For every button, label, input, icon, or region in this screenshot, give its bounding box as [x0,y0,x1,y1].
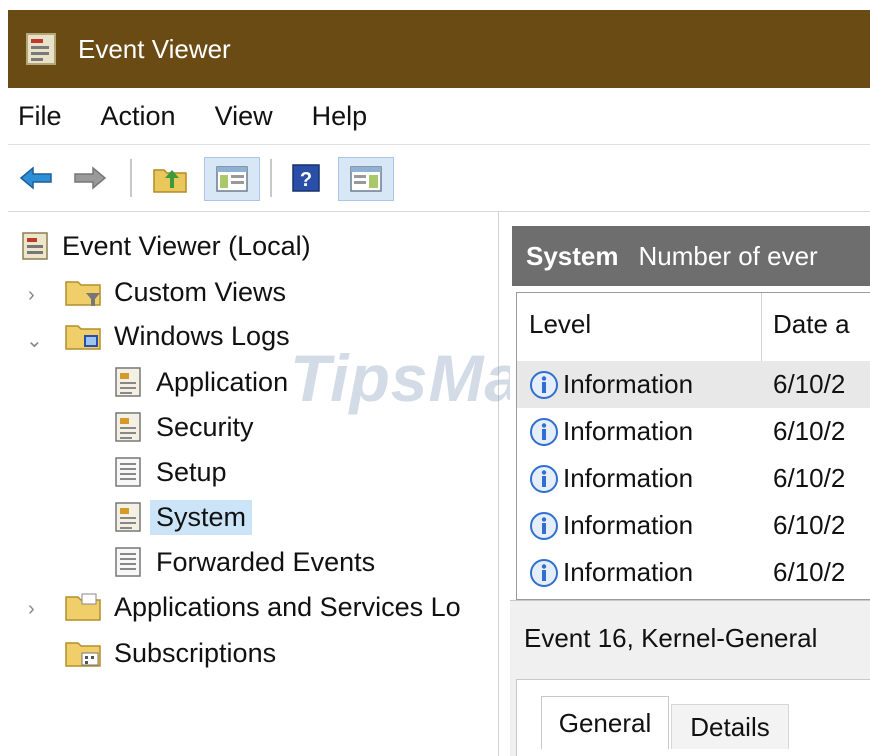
info-icon [530,464,558,493]
tree-label: Application [156,366,289,397]
tree-node-application[interactable]: Application [112,360,288,404]
tab-details[interactable]: Details [671,704,789,749]
folder-icon [65,593,101,621]
table-row[interactable]: Information 6/10/2 [517,455,870,502]
tree-node-setup[interactable]: Setup [112,450,227,494]
info-icon [530,370,558,399]
console-tree: Event Viewer (Local) › Custom Views ⌄ Wi… [8,212,499,756]
tree-label: Forwarded Events [156,546,376,577]
chevron-down-icon[interactable]: ⌄ [26,328,43,353]
tree-node-system[interactable]: System [112,495,253,539]
chevron-right-icon[interactable]: › [28,284,35,307]
log-plain-icon [115,457,141,487]
tree-label: Subscriptions [114,637,277,668]
log-name: System [526,240,619,271]
table-row[interactable]: Information 6/10/2 [517,361,870,408]
log-icon [115,412,141,442]
folder-filter-icon [65,281,101,306]
info-icon [530,558,558,587]
menu-help[interactable]: Help [292,101,387,132]
info-icon [530,511,558,540]
tree-node-windows-logs[interactable]: Windows Logs [64,314,290,358]
forward-arrow-icon [74,166,107,190]
column-header-level[interactable]: Level [529,309,591,340]
row-level: Information [563,557,694,587]
menu-bar: File Action View Help [8,88,870,144]
tree-label: Custom Views [114,276,287,307]
show-hide-tree-button[interactable] [204,157,260,201]
row-level: Information [563,463,694,493]
tree-node-applications-and-services[interactable]: Applications and Services Lo [64,585,461,629]
tree-node-forwarded-events[interactable]: Forwarded Events [112,540,375,584]
folder-up-icon [153,169,187,193]
tree-node-security[interactable]: Security [112,405,254,449]
row-date: 6/10/2 [773,510,846,540]
tree-node-event-viewer-local[interactable]: Event Viewer (Local) [20,224,311,268]
table-row[interactable]: Information 6/10/2 [517,408,870,455]
event-detail-title: Event 16, Kernel-General [524,623,818,653]
row-level: Information [563,369,694,399]
event-count-label: Number of ever [638,240,818,271]
tree-node-custom-views[interactable]: Custom Views [64,270,286,314]
tree-node-subscriptions[interactable]: Subscriptions [64,631,276,675]
menu-file[interactable]: File [8,101,81,132]
toolbar-separator [130,159,132,197]
row-level: Information [563,416,694,446]
toolbar-separator [270,159,272,197]
title-bar: Event Viewer [8,10,870,88]
table-row[interactable]: Information 6/10/2 [517,502,870,549]
tree-label: Applications and Services Lo [114,591,461,622]
column-divider[interactable] [761,293,762,361]
tab-general[interactable]: General [541,696,669,749]
info-icon [530,417,558,446]
row-date: 6/10/2 [773,416,846,446]
log-icon [115,502,141,532]
log-pane: System Number of ever Level Date a Infor… [510,212,870,756]
tree-label: Windows Logs [114,320,290,351]
forward-button[interactable] [70,157,110,199]
row-date: 6/10/2 [773,369,846,399]
log-icon [115,367,141,397]
svg-text:?: ? [300,169,312,191]
chevron-right-icon[interactable]: › [28,598,35,621]
event-viewer-window: Event Viewer File Action View Help ? Eve… [0,0,870,756]
tree-label: Security [156,411,254,442]
help-icon: ? [292,164,320,192]
table-row[interactable]: Information 6/10/2 [517,549,870,596]
events-grid[interactable]: Level Date a Information 6/10/2 Informat… [516,292,870,600]
menu-view[interactable]: View [195,101,292,132]
event-viewer-icon [22,232,48,260]
show-hide-action-pane-icon [350,166,382,192]
event-detail-body: General Details [516,679,870,756]
menu-action[interactable]: Action [81,101,195,132]
row-date: 6/10/2 [773,463,846,493]
tree-label: Event Viewer (Local) [62,230,311,261]
grid-header: Level Date a [517,293,870,362]
up-button[interactable] [148,157,192,199]
back-arrow-icon [19,166,52,190]
subscriptions-icon [65,642,101,667]
row-level: Information [563,510,694,540]
tree-label: Setup [156,456,227,487]
log-plain-icon [115,547,141,577]
window-title: Event Viewer [78,33,231,64]
show-hide-tree-icon [216,166,248,192]
back-button[interactable] [16,157,56,199]
row-date: 6/10/2 [773,557,846,587]
show-hide-action-pane-button[interactable] [338,157,394,201]
event-detail-panel: Event 16, Kernel-General General Details [510,600,870,756]
log-header: System Number of ever [512,226,870,286]
help-button[interactable]: ? [286,157,326,199]
toolbar: ? [8,144,870,212]
column-header-date[interactable]: Date a [773,309,850,340]
tree-label: System [150,499,253,535]
event-viewer-app-icon [26,33,56,65]
folder-logs-icon [65,325,101,350]
